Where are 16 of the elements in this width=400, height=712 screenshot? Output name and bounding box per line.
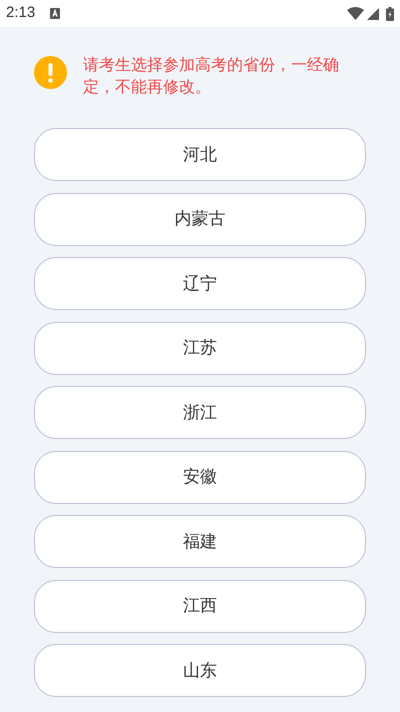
notice-text: 请考生选择参加高考的省份，一经确定，不能再修改。 [83,56,340,98]
warning-icon [34,56,67,89]
province-button[interactable]: 江苏 [34,322,366,374]
battery-icon [386,6,394,20]
province-button[interactable]: 安徽 [34,450,366,504]
province-button[interactable]: 河北 [34,128,366,181]
province-button[interactable]: 浙江 [34,386,366,439]
province-button[interactable]: 山东 [34,644,366,697]
signal-icon [367,8,379,20]
province-button[interactable]: 内蒙古 [34,192,366,246]
province-button[interactable]: 江西 [34,580,366,632]
province-button[interactable]: 辽宁 [34,257,366,310]
status-time: 2:13 [6,3,36,24]
province-button[interactable]: 福建 [34,515,366,568]
wifi-icon [347,7,364,20]
keyboard-notification-icon [50,8,60,19]
